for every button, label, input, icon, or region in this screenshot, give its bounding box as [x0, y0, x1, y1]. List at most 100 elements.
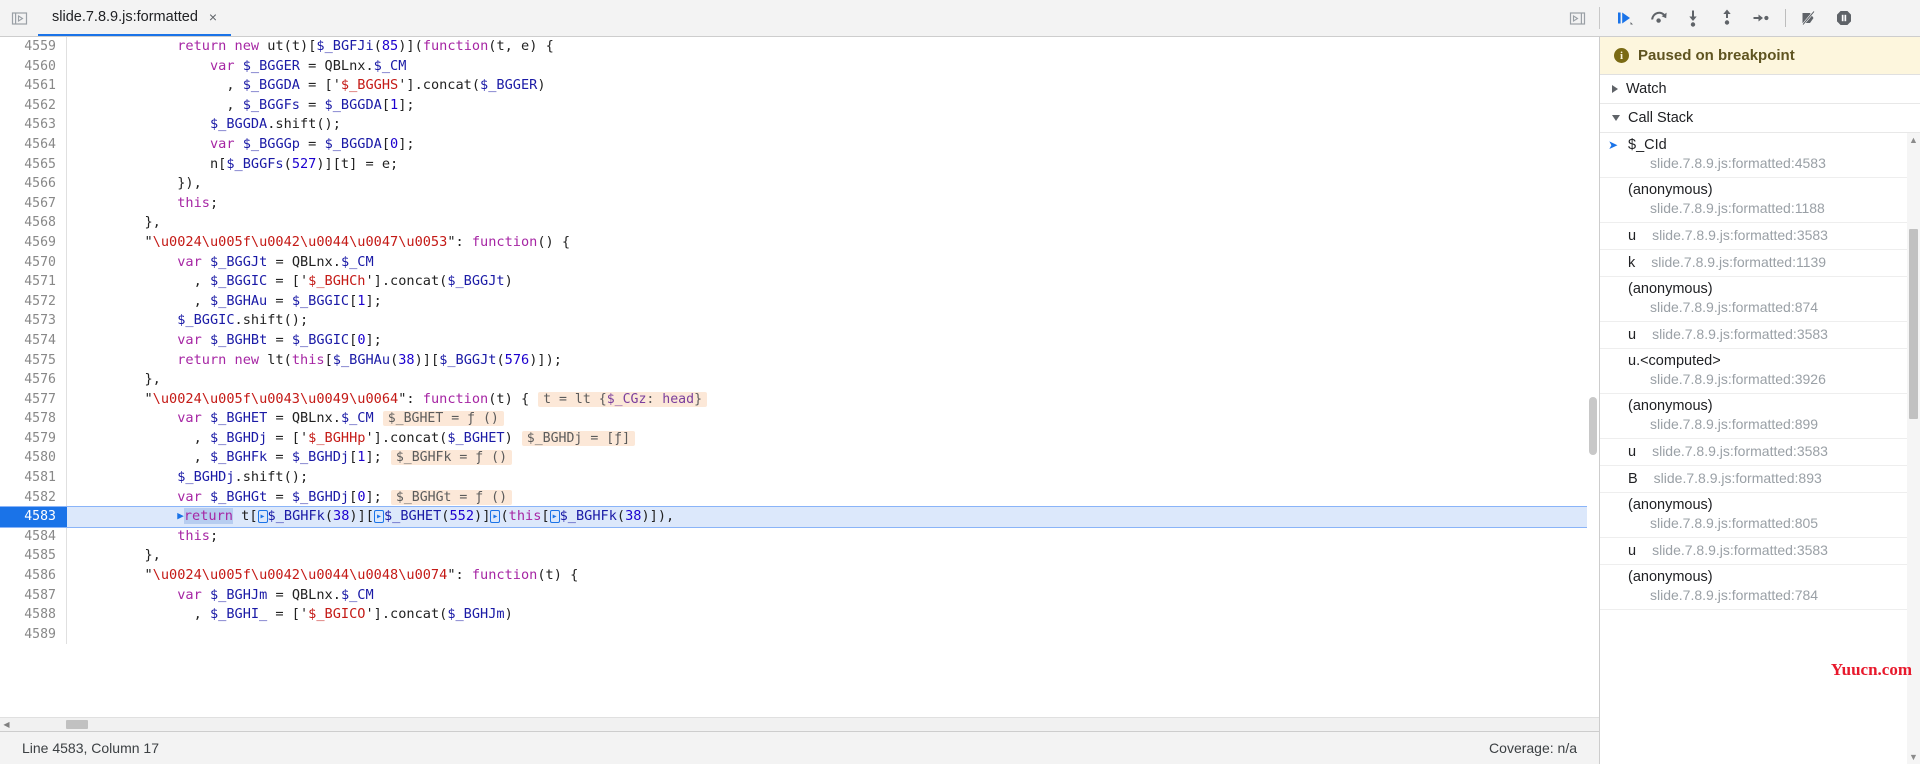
step-into-next-function-call-button[interactable]: [1676, 4, 1710, 32]
scroll-down-icon[interactable]: ▼: [1909, 750, 1918, 764]
code-text[interactable]: , $_BGHAu = $_BGGIC[1];: [67, 292, 1600, 312]
code-text[interactable]: var $_BGGER = QBLnx.$_CM: [67, 57, 1600, 77]
code-text[interactable]: [67, 625, 1600, 645]
step-out-of-current-function-button[interactable]: [1710, 4, 1744, 32]
code-text[interactable]: $_BGGDA.shift();: [67, 115, 1600, 135]
line-number[interactable]: 4562: [0, 95, 67, 116]
code-text[interactable]: var $_BGGGp = $_BGGDA[0];: [67, 135, 1600, 155]
code-text[interactable]: this;: [67, 527, 1600, 547]
line-number[interactable]: 4586: [0, 566, 67, 586]
call-stack-section-header[interactable]: Call Stack: [1600, 104, 1920, 133]
line-number[interactable]: 4584: [0, 526, 67, 547]
line-number[interactable]: 4571: [0, 272, 67, 292]
code-text[interactable]: return new lt(this[$_BGHAu(38)][$_BGGJt(…: [67, 351, 1600, 371]
line-number[interactable]: 4561: [0, 76, 67, 96]
watch-section-header[interactable]: Watch: [1600, 75, 1920, 104]
line-number[interactable]: 4579: [0, 428, 67, 449]
code-text[interactable]: , $_BGHI_ = ['$_BGICO'].concat($_BGHJm): [67, 605, 1600, 625]
frame-location[interactable]: slide.7.8.9.js:formatted:1188: [1608, 199, 1825, 218]
line-number[interactable]: 4581: [0, 468, 67, 488]
code-text[interactable]: "\u0024\u005f\u0042\u0044\u0048\u0074": …: [67, 566, 1600, 586]
editor-horizontal-scroll-thumb[interactable]: [66, 720, 88, 729]
source-mapping-icon[interactable]: ▸: [490, 510, 501, 524]
code-text[interactable]: var $_BGHET = QBLnx.$_CM $_BGHET = ƒ (): [67, 409, 1600, 429]
code-text[interactable]: var $_BGHJm = QBLnx.$_CM: [67, 586, 1600, 606]
line-number[interactable]: 4569: [0, 232, 67, 253]
editor-vertical-scroll-thumb[interactable]: [1589, 397, 1597, 455]
line-number[interactable]: 4560: [0, 56, 67, 77]
call-stack-frame[interactable]: ➤ u slide.7.8.9.js:formatted:3583: [1600, 439, 1920, 466]
call-stack-frame[interactable]: ➤ (anonymous)slide.7.8.9.js:formatted:874: [1600, 277, 1920, 322]
call-stack-frame[interactable]: ➤ $_CId slide.7.8.9.js:formatted:4583: [1600, 133, 1920, 178]
frame-location[interactable]: slide.7.8.9.js:formatted:893: [1654, 470, 1822, 486]
chevron-right-icon[interactable]: [1612, 85, 1618, 93]
code-text[interactable]: },: [67, 370, 1600, 390]
source-mapping-icon[interactable]: ▸: [549, 510, 560, 524]
editor-horizontal-scrollbar[interactable]: ◀: [0, 717, 1599, 731]
line-number[interactable]: 4576: [0, 370, 67, 390]
code-text[interactable]: }),: [67, 174, 1600, 194]
resume-script-execution-button[interactable]: [1608, 4, 1642, 32]
source-mapping-icon[interactable]: ▸: [257, 510, 268, 524]
close-icon[interactable]: ×: [207, 9, 219, 25]
line-number[interactable]: 4588: [0, 605, 67, 625]
line-number[interactable]: 4559: [0, 37, 67, 57]
step-button[interactable]: [1744, 4, 1778, 32]
code-text[interactable]: var $_BGGJt = QBLnx.$_CM: [67, 253, 1600, 273]
code-text[interactable]: $_BGGIC.shift();: [67, 311, 1600, 331]
code-text[interactable]: , $_BGGFs = $_BGGDA[1];: [67, 96, 1600, 116]
show-navigator-icon[interactable]: [1555, 0, 1599, 36]
line-number[interactable]: 4589: [0, 624, 67, 645]
frame-location[interactable]: slide.7.8.9.js:formatted:899: [1608, 415, 1818, 434]
code-text[interactable]: , $_BGHFk = $_BGHDj[1]; $_BGHFk = ƒ (): [67, 448, 1600, 468]
line-number[interactable]: 4568: [0, 213, 67, 233]
code-text[interactable]: },: [67, 546, 1600, 566]
call-stack-frame[interactable]: ➤ u slide.7.8.9.js:formatted:3583: [1600, 223, 1920, 250]
code-text[interactable]: "\u0024\u005f\u0043\u0049\u0064": functi…: [67, 390, 1600, 410]
code-scroll-area[interactable]: 4559 return new ut(t)[$_BGFJi(85)](funct…: [0, 37, 1599, 717]
line-number[interactable]: 4574: [0, 330, 67, 351]
line-number[interactable]: 4575: [0, 350, 67, 371]
frame-location[interactable]: slide.7.8.9.js:formatted:1139: [1651, 254, 1826, 270]
line-number[interactable]: 4567: [0, 193, 67, 214]
frame-location[interactable]: slide.7.8.9.js:formatted:3583: [1652, 227, 1828, 243]
code-text[interactable]: , $_BGHDj = ['$_BGHHp'].concat($_BGHET) $…: [67, 429, 1600, 449]
dock-to-left-icon[interactable]: [0, 0, 38, 36]
frame-location[interactable]: slide.7.8.9.js:formatted:3583: [1652, 542, 1828, 558]
code-text[interactable]: "\u0024\u005f\u0042\u0044\u0047\u0053": …: [67, 233, 1600, 253]
line-number[interactable]: 4572: [0, 291, 67, 312]
frame-location[interactable]: slide.7.8.9.js:formatted:3926: [1608, 370, 1826, 389]
call-stack-frame[interactable]: ➤ (anonymous)slide.7.8.9.js:formatted:784: [1600, 565, 1920, 610]
code-text[interactable]: ▶return t[▸ $_BGHFk(38)][▸ $_BGHET(552)] ▸(…: [66, 507, 1599, 527]
code-text[interactable]: },: [67, 213, 1600, 233]
call-stack-frame[interactable]: ➤ u slide.7.8.9.js:formatted:3583: [1600, 322, 1920, 349]
code-text[interactable]: , $_BGGIC = ['$_BGHCh'].concat($_BGGJt): [67, 272, 1600, 292]
frame-location[interactable]: slide.7.8.9.js:formatted:805: [1608, 514, 1818, 533]
code-text[interactable]: var $_BGHGt = $_BGHDj[0]; $_BGHGt = ƒ (): [67, 488, 1600, 508]
line-number[interactable]: 4566: [0, 174, 67, 194]
code-text[interactable]: , $_BGGDA = ['$_BGGHS'].concat($_BGGER): [67, 76, 1600, 96]
code-text[interactable]: $_BGHDj.shift();: [67, 468, 1600, 488]
frame-location[interactable]: slide.7.8.9.js:formatted:4583: [1608, 154, 1826, 173]
call-stack-frame[interactable]: ➤ k slide.7.8.9.js:formatted:1139: [1600, 250, 1920, 277]
code-text[interactable]: var $_BGHBt = $_BGGIC[0];: [67, 331, 1600, 351]
line-number[interactable]: 4580: [0, 448, 67, 469]
frame-location[interactable]: slide.7.8.9.js:formatted:784: [1608, 586, 1818, 605]
call-stack-frame[interactable]: ➤ (anonymous)slide.7.8.9.js:formatted:118…: [1600, 178, 1920, 223]
scroll-left-icon[interactable]: ◀: [0, 718, 13, 731]
line-number[interactable]: 4565: [0, 154, 67, 175]
line-number[interactable]: 4573: [0, 311, 67, 331]
code-text[interactable]: this;: [67, 194, 1600, 214]
code-text[interactable]: return new ut(t)[$_BGFJi(85)](function(t…: [67, 37, 1600, 57]
line-number[interactable]: 4587: [0, 585, 67, 606]
line-number[interactable]: 4585: [0, 546, 67, 567]
line-number[interactable]: 4578: [0, 409, 67, 429]
line-number[interactable]: 4583: [0, 507, 67, 527]
frame-location[interactable]: slide.7.8.9.js:formatted:3583: [1652, 443, 1828, 459]
editor-vertical-scrollbar[interactable]: [1587, 37, 1599, 717]
deactivate-breakpoints-button[interactable]: [1793, 4, 1827, 32]
call-stack-frame[interactable]: ➤ u slide.7.8.9.js:formatted:3583: [1600, 538, 1920, 565]
call-stack-frame[interactable]: ➤ Bslide.7.8.9.js:formatted:893: [1600, 466, 1920, 493]
line-number[interactable]: 4577: [0, 389, 67, 410]
step-over-next-function-call-button[interactable]: [1642, 4, 1676, 32]
